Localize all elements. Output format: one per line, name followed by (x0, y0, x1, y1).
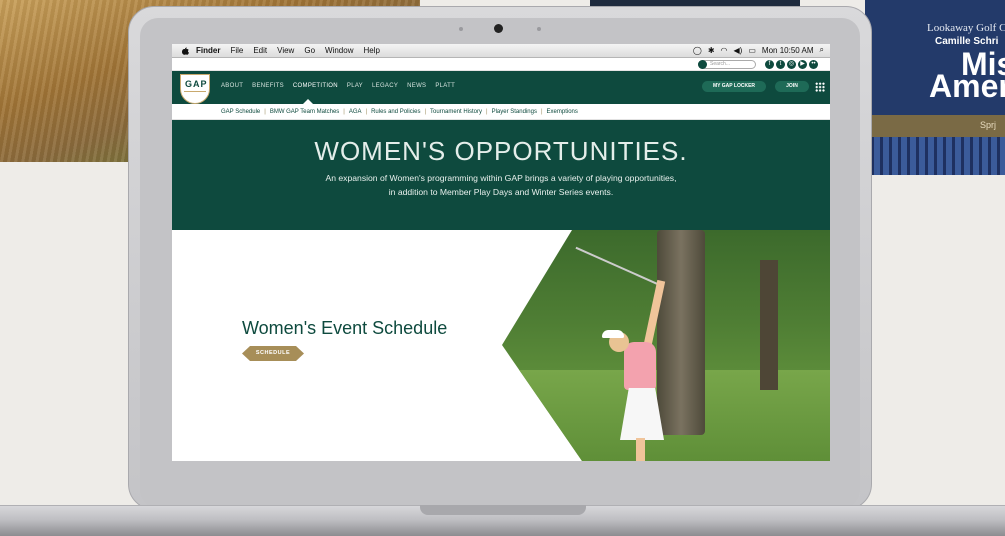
poster-line-1: Lookaway Golf Cl (927, 22, 1005, 34)
background-poster: Lookaway Golf Cl Camille Schri Miss Amer… (865, 0, 1005, 175)
subnav-aga[interactable]: AGA (349, 109, 362, 115)
event-schedule-feature: Women's Event Schedule SCHEDULE (172, 230, 830, 461)
facebook-icon[interactable]: f (765, 60, 774, 69)
youtube-icon[interactable]: ▶ (798, 60, 807, 69)
hero-description-line-2: in addition to Member Play Days and Wint… (388, 187, 614, 197)
laptop-screen: Finder File Edit View Go Window Help ◯ ✱… (172, 44, 830, 461)
menu-edit[interactable]: Edit (253, 46, 267, 55)
menu-file[interactable]: File (230, 46, 243, 55)
nav-item-about[interactable]: ABOUT (221, 83, 243, 89)
camera-icon (494, 24, 503, 33)
instagram-icon[interactable]: ◎ (787, 60, 796, 69)
photo-tree-trunk (657, 230, 705, 435)
laptop-notch (420, 505, 586, 515)
hero-banner: WOMEN'S OPPORTUNITIES. An expansion of W… (172, 120, 830, 230)
feature-title: Women's Event Schedule (242, 318, 448, 338)
scene: Lookaway Golf Cl Camille Schri Miss Amer… (0, 0, 1005, 536)
poster-band-text: Sprj (980, 120, 997, 130)
nav-item-benefits[interactable]: BENEFITS (252, 83, 284, 89)
battery-icon[interactable]: ▭ (748, 46, 756, 55)
photo-tree-background (760, 260, 778, 390)
subnav-separator: | (486, 108, 488, 115)
subnav-separator: | (365, 108, 368, 115)
menu-view[interactable]: View (277, 46, 294, 55)
social-links: f t ◎ ▶ •• (765, 60, 820, 69)
join-button[interactable]: JOIN (775, 81, 809, 92)
nav-item-competition[interactable]: COMPETITION (293, 83, 338, 89)
subnav-separator: | (424, 108, 426, 115)
clock-text[interactable]: Mon 10:50 AM (762, 46, 814, 55)
search-icon[interactable] (698, 60, 707, 69)
site-search-input[interactable]: Search... (698, 60, 756, 69)
menu-go[interactable]: Go (304, 46, 315, 55)
gap-logo[interactable]: GAP (180, 74, 210, 104)
golfer-visor (602, 330, 624, 338)
wifi-icon[interactable]: ◠ (721, 46, 728, 55)
menu-finder[interactable]: Finder (196, 46, 220, 55)
twitter-icon[interactable]: t (776, 60, 785, 69)
sensor-dot-left (459, 27, 463, 31)
search-placeholder: Search... (710, 61, 731, 67)
my-gap-locker-button[interactable]: MY GAP LOCKER (702, 81, 766, 92)
golfer-leg (636, 438, 645, 461)
poster-stadium-seats (865, 137, 1005, 175)
bluetooth-icon[interactable]: ✱ (708, 46, 715, 55)
subnav-exemptions[interactable]: Exemptions (547, 109, 578, 115)
hero-title: WOMEN'S OPPORTUNITIES. (314, 136, 688, 166)
golfer-shirt (624, 342, 656, 390)
subnav-rules[interactable]: Rules and Policies (371, 109, 420, 115)
apple-icon[interactable] (180, 46, 190, 56)
hero-description-line-1: An expansion of Women's programming with… (325, 173, 677, 183)
site-utility-bar: Search... f t ◎ ▶ •• (172, 58, 830, 71)
nav-item-play[interactable]: PLAY (347, 83, 363, 89)
subnav-tournament-history[interactable]: Tournament History (430, 109, 482, 115)
subnav-separator: | (264, 108, 266, 115)
nav-items: ABOUT BENEFITS COMPETITION PLAY LEGACY N… (221, 83, 464, 89)
spotlight-search-icon[interactable]: ⌕ (820, 45, 824, 55)
menu-window[interactable]: Window (325, 46, 353, 55)
competition-subnav: GAP Schedule | BMW GAP Team Matches | AGA |… (172, 104, 830, 120)
subnav-separator: | (343, 108, 345, 115)
site-main-nav: GAP ABOUT BENEFITS COMPETITION PLAY LEGA… (172, 71, 830, 104)
volume-icon[interactable]: ◀) (734, 46, 743, 55)
flickr-icon[interactable]: •• (809, 60, 818, 69)
nav-item-news[interactable]: NEWS (407, 83, 426, 89)
subnav-team-matches[interactable]: BMW GAP Team Matches (270, 109, 339, 115)
logo-crest (184, 91, 206, 99)
menu-help[interactable]: Help (363, 46, 379, 55)
golfer-photo (502, 230, 830, 461)
mac-menubar: Finder File Edit View Go Window Help ◯ ✱… (172, 44, 830, 58)
notification-icon[interactable]: ◯ (693, 46, 702, 55)
poster-band: Sprj (865, 115, 1005, 137)
schedule-button[interactable]: SCHEDULE (242, 346, 304, 361)
apps-grid-icon[interactable] (815, 82, 825, 92)
poster-line-4: Ameri (929, 68, 1005, 104)
subnav-separator: | (540, 108, 543, 115)
golf-club (575, 246, 659, 286)
sensor-dot-right (537, 27, 541, 31)
subnav-gap-schedule[interactable]: GAP Schedule (221, 109, 260, 115)
nav-item-platt[interactable]: PLATT (435, 83, 455, 89)
menubar-status-area: ◯ ✱ ◠ ◀) ▭ Mon 10:50 AM ⌕ (687, 45, 824, 55)
subnav-player-standings[interactable]: Player Standings (492, 109, 537, 115)
logo-text: GAP (185, 79, 208, 89)
nav-item-legacy[interactable]: LEGACY (372, 83, 398, 89)
